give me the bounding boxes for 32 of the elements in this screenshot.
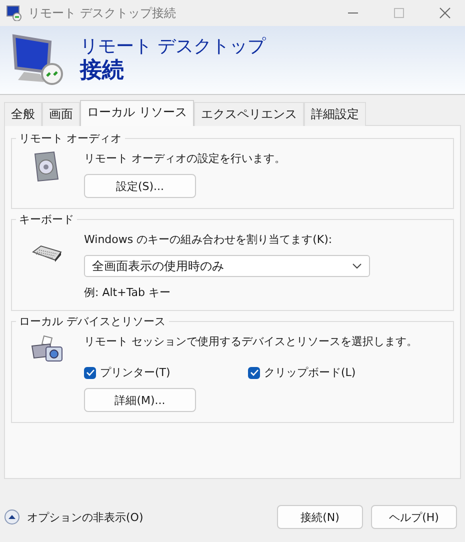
keyboard-icon: [30, 244, 64, 262]
chevron-down-icon: [352, 263, 362, 269]
description: Windows のキーの組み合わせを割り当てます(K):: [84, 232, 332, 247]
group-title: キーボード: [16, 212, 77, 227]
checkbox[interactable]: [84, 366, 96, 378]
dialog-button[interactable]: 接続(N): [277, 505, 363, 529]
dropdown[interactable]: 全画面表示の使用時のみ: [84, 255, 370, 277]
window-title: リモート デスクトップ接続: [28, 4, 176, 22]
tab[interactable]: 詳細設定: [304, 102, 366, 126]
banner-subtitle: 接続: [80, 58, 125, 83]
tab[interactable]: ローカル リソース: [80, 100, 194, 126]
example-text: 例: Alt+Tab キー: [84, 285, 170, 300]
group-title: リモート オーディオ: [16, 131, 124, 146]
tab[interactable]: エクスペリエンス: [194, 102, 304, 126]
checkbox-label[interactable]: プリンター(T): [100, 365, 170, 380]
hide-options-link[interactable]: オプションの非表示(O): [27, 510, 144, 524]
checkbox[interactable]: [248, 366, 260, 378]
printer-camera-icon: [30, 334, 64, 364]
banner-title: リモート デスクトップ: [80, 37, 266, 58]
collapse-icon[interactable]: [4, 509, 20, 525]
monitor-icon: [10, 32, 66, 88]
tab[interactable]: 全般: [4, 102, 42, 126]
tab[interactable]: 画面: [42, 102, 80, 126]
app-icon: [6, 5, 22, 21]
group-title: ローカル デバイスとリソース: [16, 314, 168, 329]
checkbox-label[interactable]: クリップボード(L): [264, 365, 356, 380]
description: リモート セッションで使用するデバイスとリソースを選択します。: [84, 334, 418, 349]
settings-button[interactable]: 設定(S)...: [84, 174, 196, 198]
description: リモート オーディオの設定を行います。: [84, 151, 286, 166]
dialog-button[interactable]: ヘルプ(H): [371, 505, 457, 529]
details-button[interactable]: 詳細(M)...: [84, 388, 196, 412]
close-icon[interactable]: [439, 7, 451, 19]
